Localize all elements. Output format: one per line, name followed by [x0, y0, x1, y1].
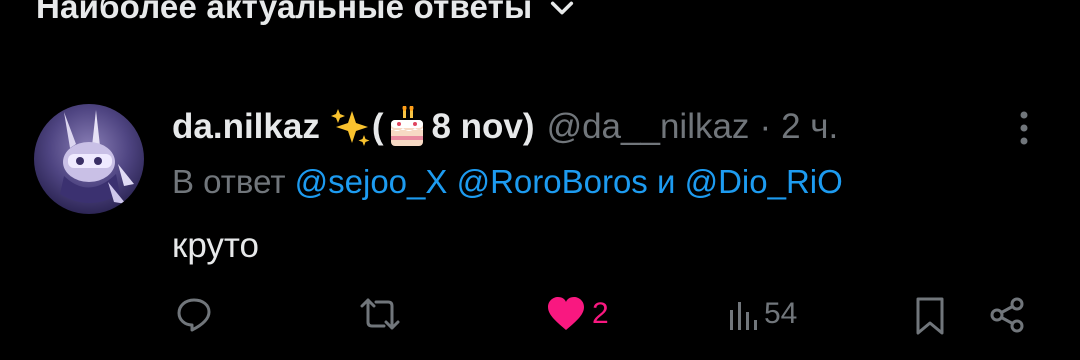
share-icon: [990, 297, 1024, 333]
like-button[interactable]: 2: [546, 296, 609, 332]
view-count: 54: [764, 297, 798, 330]
retweet-button[interactable]: [358, 296, 402, 332]
bookmark-icon: [916, 297, 944, 335]
views-button[interactable]: 54: [728, 296, 797, 332]
retweet-icon: [360, 298, 400, 330]
action-bar: 2 54: [0, 0, 1080, 360]
bookmark-button[interactable]: [914, 296, 946, 336]
heart-icon: [548, 297, 584, 330]
reply-button[interactable]: [176, 296, 212, 332]
reply-icon: [177, 298, 211, 332]
reply-tweet[interactable]: da.nilkaz ( 8 nov) @da__nilkaz · 2 ч. В …: [0, 0, 1080, 360]
like-count: 2: [592, 297, 609, 330]
share-button[interactable]: [988, 296, 1026, 334]
views-icon: [730, 302, 757, 330]
